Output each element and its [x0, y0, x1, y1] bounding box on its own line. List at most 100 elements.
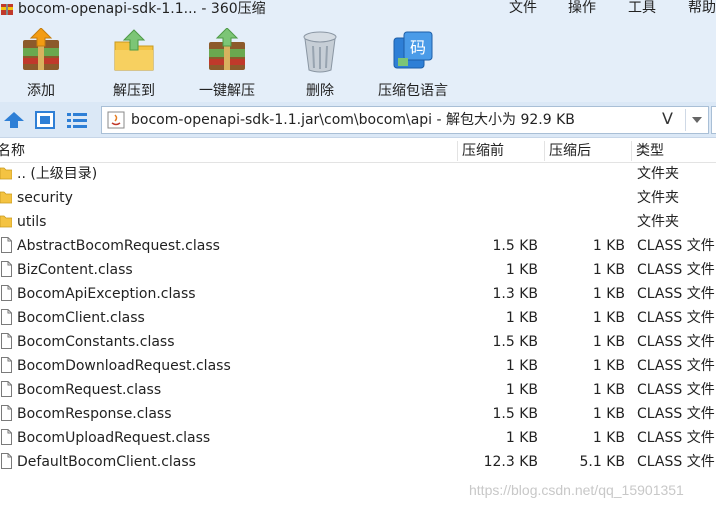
address-bar-row: bocom-openapi-sdk-1.1.jar\com\bocom\api …	[0, 102, 716, 138]
file-name: BocomConstants.class	[17, 334, 175, 350]
file-type: CLASS 文件	[637, 310, 715, 326]
file-icon	[1, 261, 12, 277]
file-type: CLASS 文件	[637, 430, 715, 446]
extract-to-button[interactable]: 解压到	[94, 28, 174, 99]
address-input[interactable]: bocom-openapi-sdk-1.1.jar\com\bocom\api …	[101, 106, 709, 134]
file-compressed-size: 5.1 KB	[579, 454, 626, 470]
file-original-size: 1.3 KB	[492, 286, 539, 302]
list-item[interactable]: BocomConstants.class 1.5 KB 1 KB CLASS 文件	[0, 330, 716, 354]
search-box-edge[interactable]	[711, 106, 716, 134]
extract-to-icon	[114, 29, 154, 71]
file-compressed-size: 1 KB	[592, 358, 625, 374]
thumbnail-view-icon[interactable]	[34, 111, 56, 129]
file-compressed-size: 1 KB	[592, 382, 625, 398]
menu-operation[interactable]: 操作	[568, 0, 596, 16]
delete-button-label: 删除	[306, 83, 334, 99]
list-item[interactable]: BocomApiException.class 1.3 KB 1 KB CLASS 文…	[0, 282, 716, 306]
column-type[interactable]: 类型	[636, 142, 664, 160]
file-type: CLASS 文件	[637, 406, 715, 422]
add-archive-icon	[23, 28, 59, 70]
archive-language-button[interactable]: 码 压缩包语言	[373, 28, 453, 99]
file-original-size: 12.3 KB	[483, 454, 538, 470]
list-item[interactable]: BocomClient.class 1 KB 1 KB CLASS 文件	[0, 306, 716, 330]
archive-language-button-label: 压缩包语言	[378, 83, 448, 99]
column-compressed[interactable]: 压缩前	[462, 142, 504, 160]
file-original-size: 1 KB	[505, 382, 538, 398]
file-name: BocomRequest.class	[17, 382, 162, 398]
file-type: CLASS 文件	[637, 454, 715, 470]
column-name[interactable]: 名称	[0, 142, 25, 160]
extract-to-button-label: 解压到	[113, 83, 155, 99]
file-name: DefaultBocomClient.class	[17, 454, 196, 470]
menu-file[interactable]: 文件	[509, 0, 537, 16]
toolbar-area: bocom-openapi-sdk-1.1... - 360压缩 文件 操作 工…	[0, 0, 716, 102]
list-item[interactable]: security 文件夹	[0, 186, 716, 210]
list-item[interactable]: BocomResponse.class 1.5 KB 1 KB CLASS 文件	[0, 402, 716, 426]
list-view-icon[interactable]	[66, 111, 88, 129]
file-compressed-size: 1 KB	[592, 406, 625, 422]
add-button[interactable]: 添加	[1, 28, 81, 99]
file-name: .. (上级目录)	[17, 166, 98, 182]
column-size[interactable]: 压缩后	[549, 142, 591, 160]
one-click-extract-icon	[209, 28, 245, 70]
file-icon	[1, 333, 12, 349]
list-item[interactable]: BocomUploadRequest.class 1 KB 1 KB CLASS 文件	[0, 426, 716, 450]
file-type: 文件夹	[637, 166, 679, 182]
file-icon	[1, 381, 12, 397]
list-item[interactable]: BocomDownloadRequest.class 1 KB 1 KB CLASS …	[0, 354, 716, 378]
list-item[interactable]: BizContent.class 1 KB 1 KB CLASS 文件	[0, 258, 716, 282]
file-compressed-size: 1 KB	[592, 238, 625, 254]
address-path: bocom-openapi-sdk-1.1.jar\com\bocom\api …	[131, 112, 575, 128]
menu-tools[interactable]: 工具	[628, 0, 656, 16]
file-compressed-size: 1 KB	[592, 430, 625, 446]
file-original-size: 1.5 KB	[492, 334, 539, 350]
delete-button[interactable]: 删除	[280, 28, 360, 99]
file-icon	[1, 429, 12, 445]
title-bar: bocom-openapi-sdk-1.1... - 360压缩 文件 操作 工…	[0, 0, 716, 20]
file-name: BocomApiException.class	[17, 286, 196, 302]
file-icon	[1, 309, 12, 325]
file-icon	[1, 405, 12, 421]
chevron-down-icon[interactable]	[692, 117, 702, 123]
file-original-size: 1 KB	[505, 310, 538, 326]
file-compressed-size: 1 KB	[592, 310, 625, 326]
file-type: 文件夹	[637, 190, 679, 206]
file-compressed-size: 1 KB	[592, 286, 625, 302]
folder-icon	[0, 167, 12, 180]
file-type: CLASS 文件	[637, 238, 715, 254]
file-original-size: 1.5 KB	[492, 238, 539, 254]
file-icon	[1, 453, 12, 469]
file-original-size: 1 KB	[505, 358, 538, 374]
file-name: BizContent.class	[17, 262, 133, 278]
file-compressed-size: 1 KB	[592, 262, 625, 278]
list-item[interactable]: BocomRequest.class 1 KB 1 KB CLASS 文件	[0, 378, 716, 402]
folder-icon	[0, 215, 12, 228]
column-divider	[631, 141, 632, 161]
one-click-extract-button-label: 一键解压	[199, 83, 255, 99]
address-divider	[685, 109, 686, 131]
file-list: .. (上级目录) 文件夹 security 文件夹 utils 文件夹 AbstractB…	[0, 162, 716, 474]
list-item[interactable]: AbstractBocomRequest.class 1.5 KB 1 KB CLAS…	[0, 234, 716, 258]
file-icon	[1, 285, 12, 301]
one-click-extract-button[interactable]: 一键解压	[187, 28, 267, 99]
file-type: 文件夹	[637, 214, 679, 230]
file-type: CLASS 文件	[637, 262, 715, 278]
column-divider	[457, 141, 458, 161]
file-type: CLASS 文件	[637, 286, 715, 302]
file-name: BocomUploadRequest.class	[17, 430, 211, 446]
file-icon	[1, 237, 12, 253]
column-divider	[544, 141, 545, 161]
list-item[interactable]: DefaultBocomClient.class 12.3 KB 5.1 KB CLA…	[0, 450, 716, 474]
file-original-size: 1 KB	[505, 262, 538, 278]
window-title: bocom-openapi-sdk-1.1... - 360压缩	[18, 1, 266, 17]
list-item[interactable]: .. (上级目录) 文件夹	[0, 162, 716, 186]
trash-bin-icon	[303, 31, 337, 73]
up-arrow-icon[interactable]	[3, 111, 25, 129]
address-history-glyph[interactable]: V	[662, 110, 673, 128]
list-item[interactable]: utils 文件夹	[0, 210, 716, 234]
file-name: AbstractBocomRequest.class	[17, 238, 220, 254]
file-type: CLASS 文件	[637, 334, 715, 350]
java-file-icon	[107, 111, 125, 129]
menu-help[interactable]: 帮助	[688, 0, 716, 16]
file-name: security	[17, 190, 73, 206]
